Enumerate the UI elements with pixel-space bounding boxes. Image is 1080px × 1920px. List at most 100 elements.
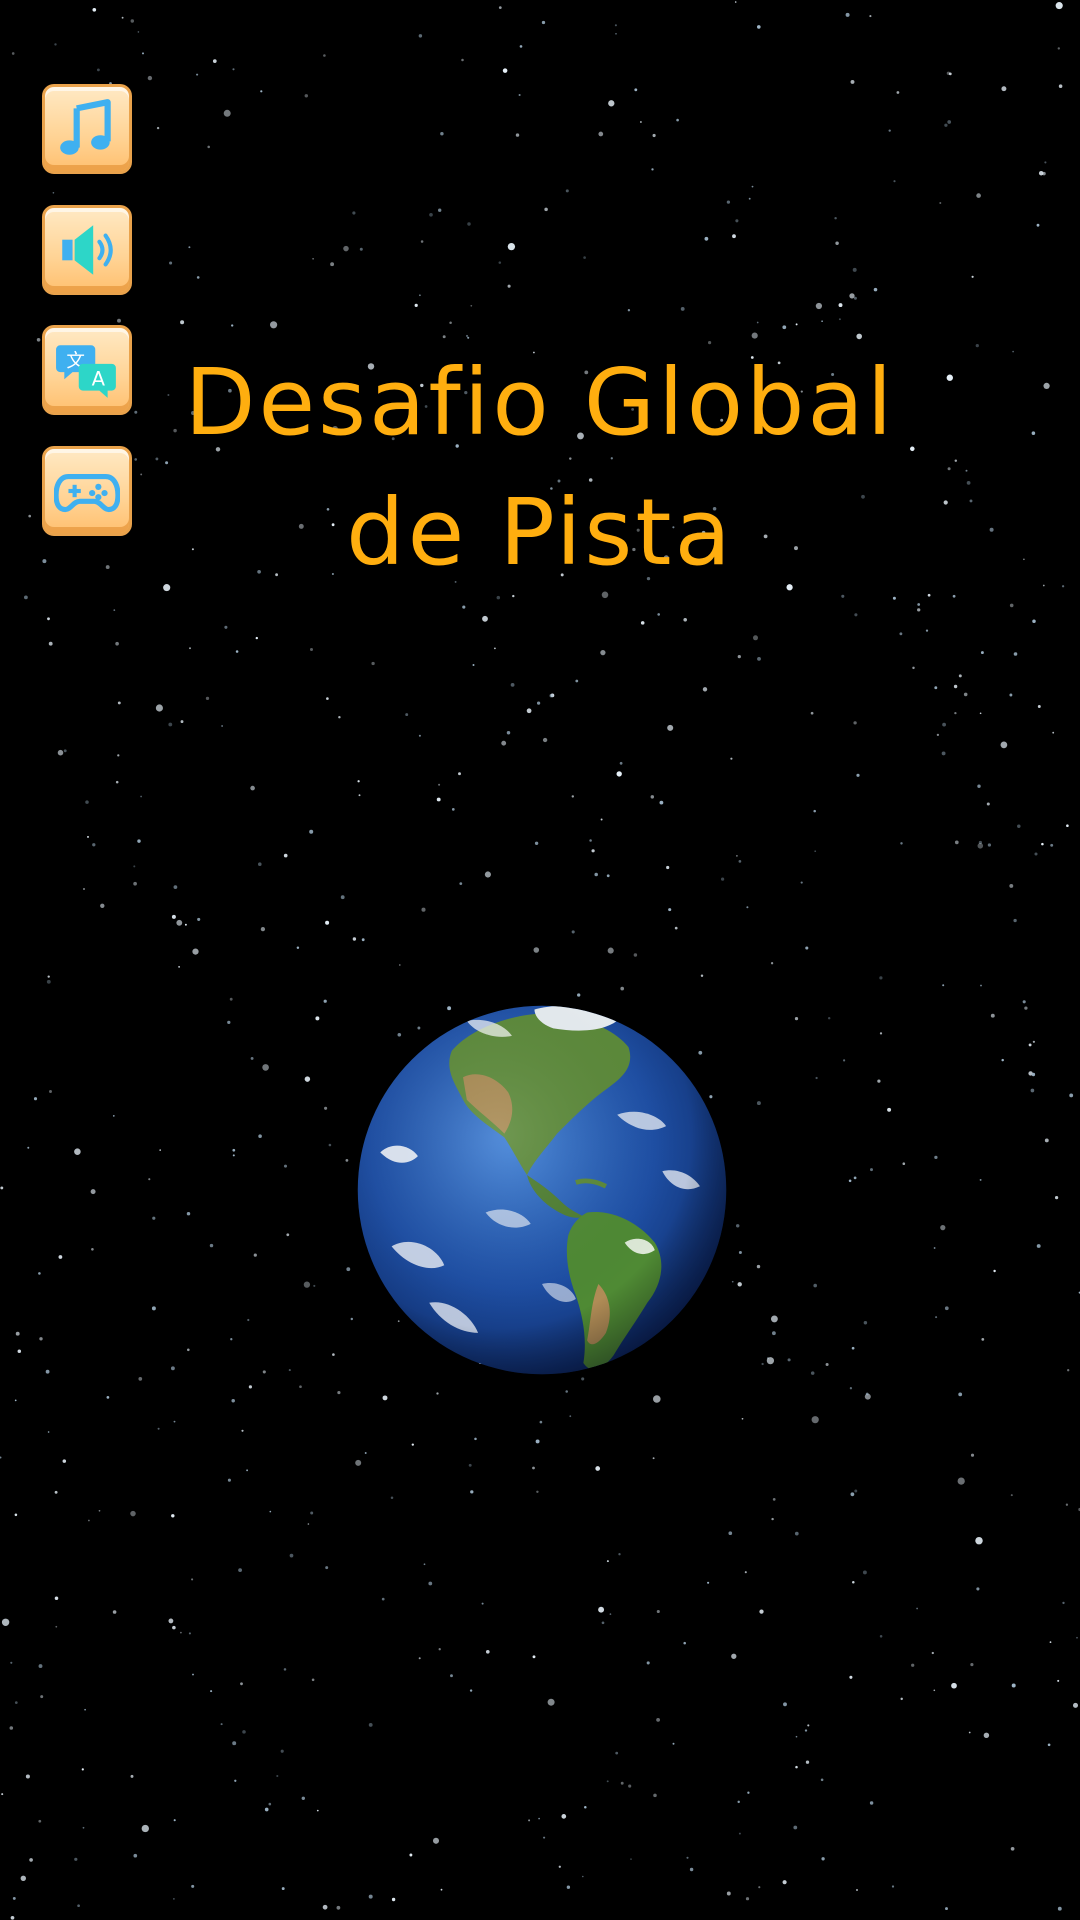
star (170, 1366, 175, 1371)
star (633, 953, 638, 957)
star (255, 636, 258, 640)
star (250, 785, 255, 791)
star (1017, 824, 1021, 828)
star (666, 865, 670, 870)
star (1069, 1093, 1074, 1098)
star (1036, 1244, 1041, 1248)
star (440, 1888, 443, 1891)
star (391, 1897, 396, 1902)
star (173, 1898, 175, 1900)
star (133, 865, 136, 868)
star (1030, 1088, 1035, 1093)
sound-toggle-button[interactable] (42, 205, 132, 295)
star (1009, 693, 1013, 697)
star (77, 1904, 80, 1908)
star (805, 946, 809, 950)
star (1001, 86, 1007, 92)
speaker-icon (62, 225, 113, 275)
star (419, 294, 421, 297)
star (231, 324, 234, 327)
star (1042, 584, 1045, 587)
star (757, 656, 761, 661)
star (853, 1176, 857, 1180)
music-toggle-button[interactable] (42, 84, 132, 174)
star (332, 1353, 335, 1356)
star (55, 1625, 58, 1628)
star (84, 1708, 86, 1711)
star (48, 641, 53, 646)
star (345, 1159, 349, 1162)
star (965, 469, 968, 472)
star (738, 1251, 742, 1254)
star (428, 1581, 433, 1586)
star (732, 234, 736, 239)
star (1010, 1846, 1015, 1851)
star (54, 1490, 58, 1494)
star (39, 1337, 43, 1341)
star (506, 730, 511, 735)
star (210, 1690, 213, 1693)
star (45, 1369, 50, 1374)
star (286, 1233, 290, 1237)
star (1065, 1503, 1069, 1506)
star (352, 937, 357, 941)
star (47, 617, 50, 621)
star (313, 1284, 316, 1287)
star (328, 1143, 332, 1147)
star (156, 126, 160, 130)
star (501, 740, 507, 746)
star (793, 1825, 798, 1830)
star (418, 34, 423, 38)
star (980, 984, 982, 987)
star (800, 881, 803, 884)
star (253, 1253, 257, 1257)
star (54, 43, 57, 46)
star (970, 1663, 974, 1667)
star (52, 191, 55, 194)
star (851, 1346, 855, 1350)
star (196, 73, 199, 76)
star (726, 200, 731, 204)
star (368, 1722, 373, 1727)
star (1049, 1641, 1052, 1643)
language-button[interactable]: 文 A (42, 325, 132, 415)
star (738, 860, 742, 863)
star (534, 841, 539, 845)
star (810, 1371, 815, 1375)
star (870, 1168, 873, 1172)
star (981, 1338, 985, 1341)
star (423, 1563, 426, 1566)
star (753, 635, 758, 641)
star (10, 1915, 15, 1920)
star (409, 1853, 413, 1857)
star (676, 118, 679, 122)
games-button[interactable] (42, 446, 132, 536)
star (891, 1885, 895, 1888)
star (247, 1318, 250, 1322)
star (814, 850, 817, 853)
star (289, 1553, 294, 1558)
game-title-line-1: Desafio Global (184, 349, 896, 456)
star (862, 1570, 867, 1575)
star (498, 261, 502, 264)
star (591, 849, 595, 853)
star (888, 129, 891, 132)
star (1022, 1000, 1026, 1004)
star (854, 1489, 858, 1493)
star (231, 1398, 235, 1403)
star (112, 1610, 117, 1614)
star (148, 1178, 151, 1181)
star (639, 121, 642, 123)
star (686, 1856, 689, 1859)
star (726, 1891, 731, 1896)
star (751, 185, 754, 188)
star (782, 1880, 787, 1885)
star (1031, 1072, 1036, 1077)
star (309, 829, 314, 834)
star (449, 321, 452, 325)
star (74, 1148, 81, 1155)
translate-icon: 文 A (56, 345, 116, 398)
star (968, 1731, 971, 1734)
star (140, 795, 142, 798)
star (169, 261, 173, 265)
